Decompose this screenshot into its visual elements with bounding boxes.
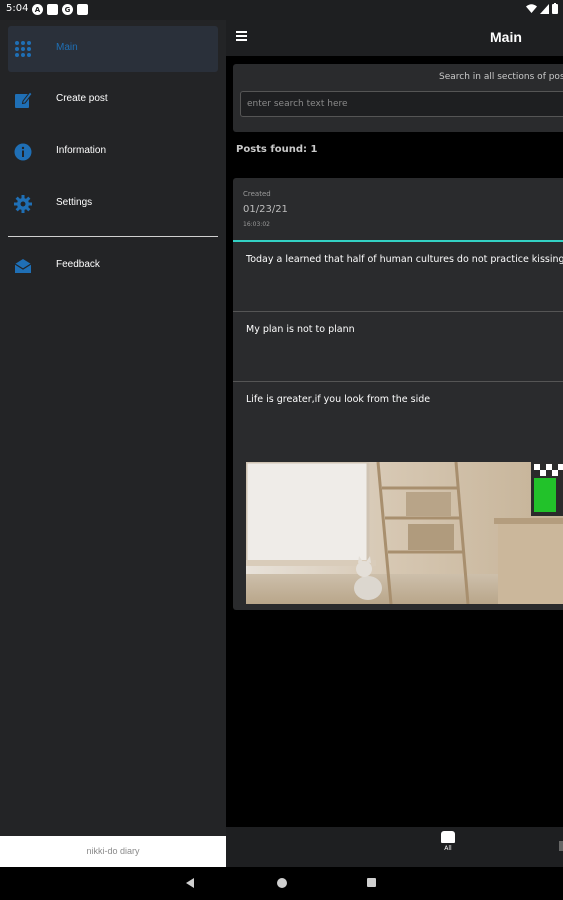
drawer-item-label: Main [56, 42, 78, 53]
post-entry-text: My plan is not to plann [246, 324, 355, 335]
drawer-footer: nikki-do diary [0, 836, 226, 867]
signal-icon [540, 3, 549, 14]
search-hint: Search in all sections of pos [439, 72, 563, 82]
notification-file-icon [77, 4, 88, 15]
recent-apps-icon[interactable] [367, 878, 376, 887]
drawer-item-label: Feedback [56, 259, 100, 270]
drawer-item-create-post[interactable]: Create post [8, 77, 218, 123]
created-time: 16:03:02 [243, 221, 270, 228]
edit-icon [15, 91, 32, 108]
folder-icon [441, 831, 455, 843]
drawer-item-main[interactable]: Main [8, 26, 218, 72]
posts-found-count: Posts found: 1 [236, 144, 318, 155]
mail-icon [14, 259, 32, 273]
back-icon[interactable] [186, 878, 194, 888]
system-status-icons [526, 3, 558, 14]
wifi-icon [526, 3, 537, 13]
post-image[interactable] [246, 462, 563, 604]
tab-all-label: All [444, 845, 452, 852]
status-bar: 5:04 A G [0, 0, 563, 20]
search-input[interactable] [240, 91, 563, 117]
post-card[interactable]: Created 01/23/21 16:03:02 Today a learne… [233, 178, 563, 610]
post-entry-text: Today a learned that half of human cultu… [246, 254, 563, 265]
post-entry[interactable]: My plan is not to plann [233, 312, 563, 382]
app-bar: Main [226, 20, 563, 56]
drawer-item-label: Settings [56, 197, 93, 208]
tab-all[interactable]: All [440, 831, 456, 852]
drawer-item-settings[interactable]: Settings [8, 181, 218, 227]
created-date: 01/23/21 [243, 204, 288, 215]
post-entry[interactable]: Life is greater,if you look from the sid… [233, 382, 563, 452]
system-navigation-bar [0, 867, 563, 900]
app-name: nikki-do diary [86, 846, 140, 856]
gear-icon [14, 195, 32, 213]
main-screen: Main Search in all sections of pos Posts… [226, 20, 563, 867]
search-card: Search in all sections of pos [233, 64, 563, 132]
notification-g-icon: G [62, 4, 73, 15]
notification-a-icon: A [32, 4, 43, 15]
battery-icon [552, 3, 558, 14]
notification-icons: A G [32, 4, 88, 15]
drawer-divider [8, 236, 218, 237]
navigation-drawer: Main Create post Information Settings Fe… [0, 20, 226, 867]
hamburger-menu-icon[interactable] [236, 31, 247, 41]
grid-icon [15, 41, 31, 57]
created-label: Created [243, 190, 271, 198]
drawer-item-label: Create post [56, 93, 108, 104]
info-icon [14, 143, 32, 161]
drawer-item-information[interactable]: Information [8, 129, 218, 175]
notification-mail-icon [47, 4, 58, 15]
drawer-item-label: Information [56, 145, 107, 156]
post-entry[interactable]: Today a learned that half of human cultu… [233, 242, 563, 312]
status-time: 5:04 [6, 3, 29, 14]
tab-next-icon[interactable] [559, 841, 563, 851]
drawer-item-feedback[interactable]: Feedback [8, 243, 218, 289]
page-title: Main [490, 29, 522, 45]
home-icon[interactable] [277, 878, 287, 888]
post-entry-text: Life is greater,if you look from the sid… [246, 394, 431, 405]
bottom-navigation: All [226, 827, 563, 867]
